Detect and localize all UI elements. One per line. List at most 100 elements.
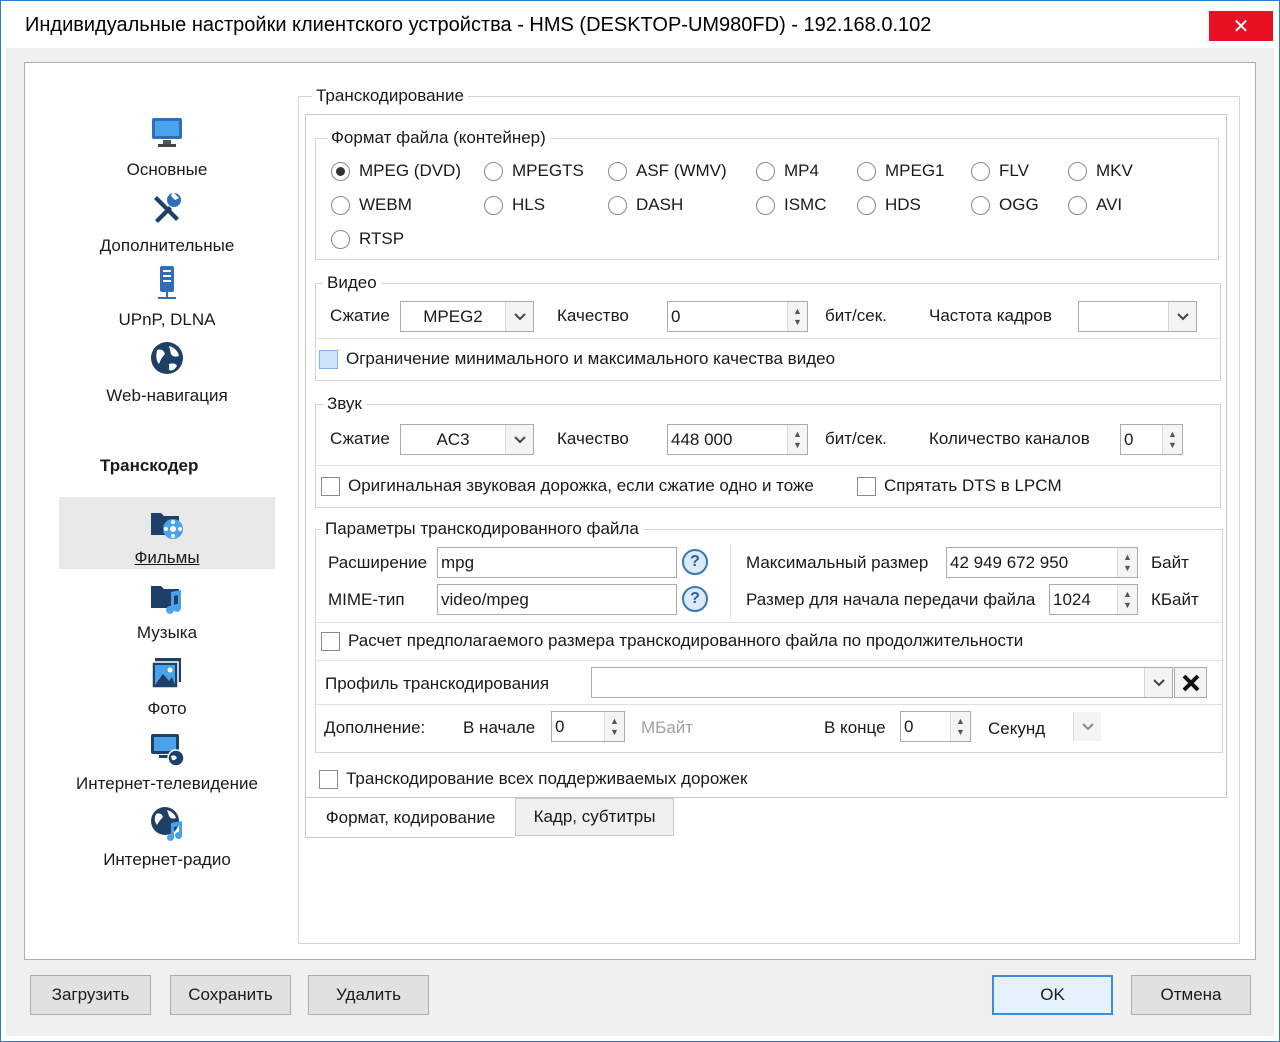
film-folder-icon xyxy=(151,513,183,539)
nav-item-label: Интернет-радио xyxy=(103,850,231,869)
radio-label: DASH xyxy=(636,195,684,214)
format-radio-webm[interactable]: WEBM xyxy=(331,195,412,215)
spinner-value: 0 xyxy=(671,306,681,326)
clear-profile-button[interactable] xyxy=(1174,667,1207,698)
nav-item-label: Фильмы xyxy=(134,548,200,567)
audio-quality-unit: бит/сек. xyxy=(825,429,887,448)
nav-item-label: Основные xyxy=(126,160,208,179)
radio-label: MPEG1 xyxy=(885,161,945,180)
start-size-label: Размер для начала передачи файла xyxy=(746,590,1036,609)
pad-start-unit: МБайт xyxy=(641,718,694,737)
format-radio-mpeg-dvd[interactable]: MPEG (DVD) xyxy=(331,161,461,181)
format-radio-ogg[interactable]: OGG xyxy=(971,195,1039,215)
radio-circle xyxy=(1068,195,1087,215)
nav-item-internet-tv[interactable]: Интернет-телевидение xyxy=(59,731,275,797)
mime-input[interactable]: video/mpeg xyxy=(437,584,677,615)
spinner-arrows-icon[interactable]: ▲ ▼ xyxy=(1117,548,1137,577)
title-bar: Индивидуальные настройки клиентского уст… xyxy=(1,1,1279,49)
spinner-arrows-icon[interactable]: ▲ ▼ xyxy=(604,712,624,741)
mime-label: MIME-тип xyxy=(328,590,405,609)
audio-quality-spinner[interactable]: 448 000 ▲ ▼ xyxy=(667,424,808,455)
max-size-spinner[interactable]: 42 949 672 950 ▲ ▼ xyxy=(946,547,1138,578)
spinner-arrows-icon[interactable]: ▲ ▼ xyxy=(787,302,807,331)
load-button[interactable]: Загрузить xyxy=(30,975,151,1015)
video-quality-limit-checkbox[interactable]: Ограничение минимального и максимального… xyxy=(319,349,835,369)
nav-item-label: Интернет-телевидение xyxy=(76,774,258,793)
tab-format-encoding[interactable]: Формат, кодирование xyxy=(305,798,515,838)
format-radio-mpegts[interactable]: MPEGTS xyxy=(484,161,584,181)
tab-frame-subtitles[interactable]: Кадр, субтитры xyxy=(515,798,674,836)
spinner-arrows-icon[interactable]: ▲ ▼ xyxy=(950,712,970,741)
format-radio-avi[interactable]: AVI xyxy=(1068,195,1122,215)
divider xyxy=(316,704,1222,705)
video-compression-select[interactable]: MPEG2 xyxy=(400,301,534,332)
ok-button[interactable]: OK xyxy=(992,975,1113,1015)
radio-label: HDS xyxy=(885,195,921,214)
pad-end-spinner[interactable]: 0 ▲ ▼ xyxy=(900,711,971,742)
spinner-arrows-icon[interactable]: ▲ ▼ xyxy=(1117,585,1137,614)
audio-compression-label: Сжатие xyxy=(330,429,390,448)
unit-dropdown[interactable] xyxy=(1073,712,1101,741)
channels-label: Количество каналов xyxy=(929,429,1090,448)
spinner-value: 0 xyxy=(1124,429,1134,449)
profile-select[interactable] xyxy=(591,667,1173,698)
radio-label: MP4 xyxy=(784,161,819,180)
cancel-button[interactable]: Отмена xyxy=(1131,975,1251,1015)
radio-circle xyxy=(608,195,627,215)
nav-item-main[interactable]: Основные xyxy=(59,114,275,184)
radio-label: FLV xyxy=(999,161,1029,180)
radio-label: MKV xyxy=(1096,161,1133,180)
transcode-all-tracks-checkbox[interactable]: Транскодирование всех поддерживаемых дор… xyxy=(319,769,747,789)
format-radio-hls[interactable]: HLS xyxy=(484,195,545,215)
help-icon[interactable]: ? xyxy=(682,549,708,575)
video-quality-spinner[interactable]: 0 ▲ ▼ xyxy=(667,301,808,332)
spinner-arrows-icon[interactable]: ▲ ▼ xyxy=(787,425,807,454)
format-radio-ismc[interactable]: ISMC xyxy=(756,195,827,215)
help-icon[interactable]: ? xyxy=(682,586,708,612)
chevron-down-icon xyxy=(505,425,533,454)
close-icon xyxy=(1182,674,1199,691)
channels-spinner[interactable]: 0 ▲ ▼ xyxy=(1120,424,1183,455)
delete-button[interactable]: Удалить xyxy=(308,975,429,1015)
spinner-value: 0 xyxy=(904,716,914,736)
format-radio-rtsp[interactable]: RTSP xyxy=(331,229,404,249)
format-radio-hds[interactable]: HDS xyxy=(857,195,921,215)
format-radio-flv[interactable]: FLV xyxy=(971,161,1029,181)
format-radio-mp4[interactable]: MP4 xyxy=(756,161,819,181)
nav-item-label: Web-навигация xyxy=(106,386,228,405)
chevron-down-icon xyxy=(505,302,533,331)
nav-item-movies[interactable]: Фильмы xyxy=(59,497,275,569)
nav-item-music[interactable]: Музыка xyxy=(59,580,275,646)
framerate-select[interactable] xyxy=(1078,301,1197,332)
hide-dts-checkbox[interactable]: Спрятать DTS в LPCM xyxy=(857,476,1062,496)
pad-start-spinner[interactable]: 0 ▲ ▼ xyxy=(551,711,625,742)
original-audio-track-checkbox[interactable]: Оригинальная звуковая дорожка, если сжат… xyxy=(321,476,814,496)
audio-compression-select[interactable]: AC3 xyxy=(400,424,534,455)
checkbox-label: Расчет предполагаемого размера транскоди… xyxy=(348,631,1024,650)
monitor-icon xyxy=(152,118,182,147)
globe-icon xyxy=(151,342,183,374)
radio-label: MPEGTS xyxy=(512,161,584,180)
music-folder-icon xyxy=(151,586,181,614)
format-radio-mkv[interactable]: MKV xyxy=(1068,161,1133,181)
spinner-arrows-icon[interactable]: ▲ ▼ xyxy=(1162,425,1182,454)
nav-item-web[interactable]: Web-навигация xyxy=(59,340,275,410)
photo-icon xyxy=(151,658,181,689)
close-button[interactable]: ✕ xyxy=(1209,11,1273,41)
checkbox-box xyxy=(321,631,340,651)
start-size-spinner[interactable]: 1024 ▲ ▼ xyxy=(1049,584,1138,615)
format-radio-asf[interactable]: ASF (WMV) xyxy=(608,161,727,181)
extension-input[interactable]: mpg xyxy=(437,547,677,578)
estimate-size-checkbox[interactable]: Расчет предполагаемого размера транскоди… xyxy=(321,631,1023,651)
format-radio-dash[interactable]: DASH xyxy=(608,195,683,215)
nav-item-upnp[interactable]: UPnP, DLNA xyxy=(59,264,275,334)
nav-item-internet-radio[interactable]: Интернет-радио xyxy=(59,805,275,871)
input-value: mpg xyxy=(441,552,475,572)
nav-item-photo[interactable]: Фото xyxy=(59,656,275,722)
format-radio-mpeg1[interactable]: MPEG1 xyxy=(857,161,945,181)
checkbox-label: Транскодирование всех поддерживаемых дор… xyxy=(346,769,748,788)
radio-label: MPEG (DVD) xyxy=(359,161,461,180)
radio-label: ASF (WMV) xyxy=(636,161,727,180)
nav-item-advanced[interactable]: Дополнительные xyxy=(59,190,275,260)
save-button[interactable]: Сохранить xyxy=(170,975,291,1015)
